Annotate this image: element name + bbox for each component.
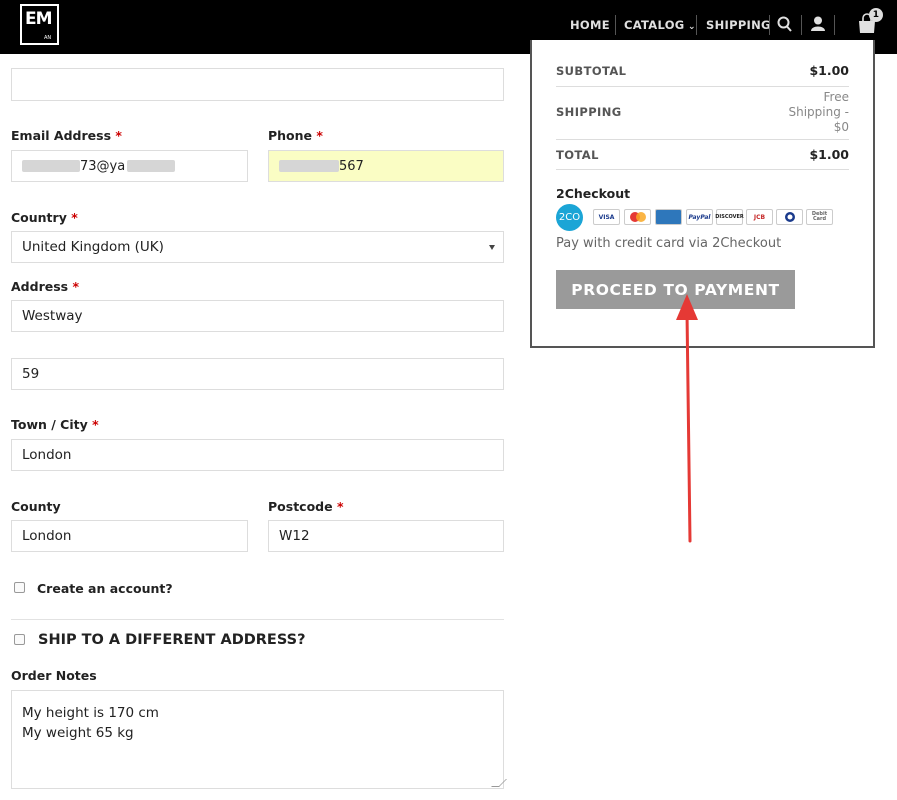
2checkout-logo: 2CO <box>556 204 583 231</box>
required-marker: * <box>316 128 323 143</box>
country-value: United Kingdom (UK) <box>22 239 164 255</box>
cart-count-badge: 1 <box>869 8 883 22</box>
country-label: Country * <box>11 210 78 225</box>
required-marker: * <box>71 210 78 225</box>
postcode-input[interactable]: W12 <box>268 520 504 552</box>
logo-letters: EM <box>25 9 53 29</box>
logo-small-text: AN <box>44 35 52 41</box>
payment-method-label[interactable]: 2Checkout <box>556 186 630 201</box>
redacted-text <box>279 160 339 172</box>
redacted-text <box>127 160 176 172</box>
subtotal-value: $1.00 <box>809 63 849 78</box>
country-select[interactable]: United Kingdom (UK) <box>11 231 504 263</box>
nav-divider <box>801 15 802 35</box>
nav-catalog-label: CATALOG <box>624 18 685 32</box>
nav-divider <box>834 15 835 35</box>
required-marker: * <box>336 499 344 514</box>
nav-divider <box>696 15 697 35</box>
discover-card-icon: DISCOVER <box>715 209 744 225</box>
address-label-text: Address <box>11 279 69 294</box>
address-line2-input[interactable]: 59 <box>11 358 504 390</box>
dropdown-arrow-icon <box>489 245 495 250</box>
phone-label-text: Phone <box>268 128 313 143</box>
town-input[interactable]: London <box>11 439 504 471</box>
search-icon[interactable] <box>777 15 793 36</box>
shipping-value-line2: Shipping - <box>788 105 850 119</box>
county-input[interactable]: London <box>11 520 248 552</box>
nav-shipping-link[interactable]: SHIPPING <box>706 18 771 32</box>
email-value: 73@ya <box>80 158 126 174</box>
order-notes-textarea[interactable]: My height is 170 cm My weight 65 kg <box>11 690 504 789</box>
required-marker: * <box>72 279 79 294</box>
email-label-text: Email Address <box>11 128 112 143</box>
redacted-text <box>22 160 80 172</box>
nav-catalog-link[interactable]: CATALOG ⌄ <box>624 18 696 32</box>
phone-input[interactable]: 567 <box>268 150 504 182</box>
create-account-label[interactable]: Create an account? <box>37 581 173 596</box>
diners-club-icon <box>776 209 803 225</box>
mastercard-icon <box>624 209 651 225</box>
shipping-label: SHIPPING <box>556 105 622 119</box>
section-divider <box>11 619 504 620</box>
nav-divider <box>615 15 616 35</box>
debit-card-icon: Debit Card <box>806 209 833 225</box>
phone-value: 567 <box>339 158 364 174</box>
company-name-input[interactable] <box>11 68 504 101</box>
paypal-icon: PayPal <box>686 209 713 225</box>
visa-card-icon: VISA <box>593 209 620 225</box>
email-label: Email Address * <box>11 128 122 143</box>
shipping-value-line3: $0 <box>833 120 849 134</box>
country-label-text: Country <box>11 210 67 225</box>
amex-card-icon <box>655 209 682 225</box>
town-label-text: Town / City <box>11 417 88 432</box>
required-marker: * <box>92 417 99 432</box>
town-label: Town / City * <box>11 417 99 432</box>
total-label: TOTAL <box>556 148 599 162</box>
payment-description: Pay with credit card via 2Checkout <box>556 236 782 251</box>
subtotal-label: SUBTOTAL <box>556 64 627 78</box>
address-line1-input[interactable]: Westway <box>11 300 504 332</box>
annotation-arrow-icon <box>676 294 698 543</box>
summary-divider <box>556 86 849 87</box>
nav-divider <box>769 15 770 35</box>
postcode-label: Postcode * <box>268 499 344 514</box>
required-marker: * <box>115 128 122 143</box>
order-notes-label: Order Notes <box>11 668 97 683</box>
create-account-checkbox[interactable] <box>14 582 25 593</box>
county-label: County <box>11 499 61 514</box>
postcode-label-text: Postcode <box>268 499 333 514</box>
shipping-value-line1: Free <box>823 90 849 104</box>
nav-home-link[interactable]: HOME <box>570 18 610 32</box>
email-input[interactable]: 73@ya <box>11 150 248 182</box>
total-value: $1.00 <box>809 147 849 162</box>
phone-label: Phone * <box>268 128 323 143</box>
chevron-down-icon: ⌄ <box>684 22 696 32</box>
summary-divider <box>556 139 849 140</box>
ship-different-label[interactable]: SHIP TO A DIFFERENT ADDRESS? <box>38 632 306 648</box>
ship-different-checkbox[interactable] <box>14 634 25 645</box>
summary-divider <box>556 169 849 170</box>
address-label: Address * <box>11 279 79 294</box>
user-account-icon[interactable] <box>810 15 826 36</box>
site-logo[interactable]: EM AN <box>20 4 59 45</box>
jcb-card-icon: JCB <box>746 209 773 225</box>
